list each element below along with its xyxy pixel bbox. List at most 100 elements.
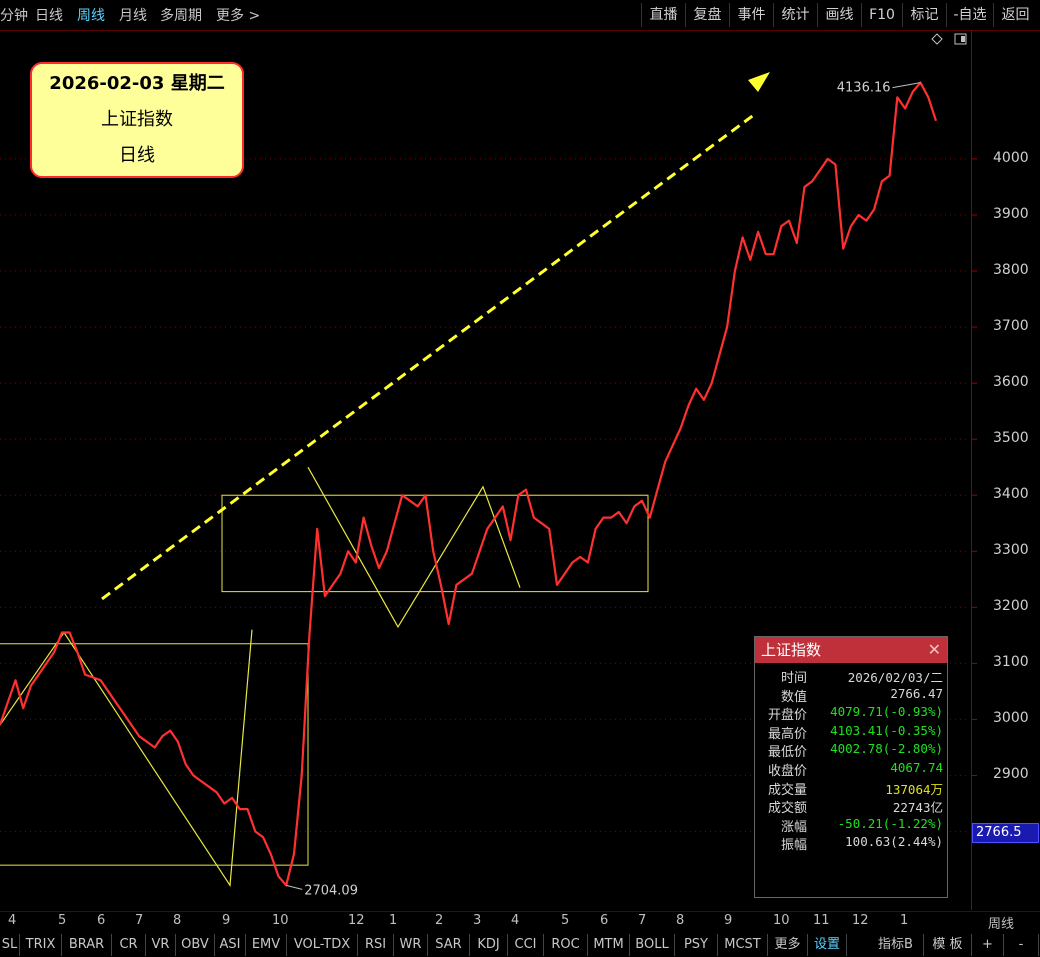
indicator-tab[interactable]: VR <box>146 934 176 956</box>
indicator-tab[interactable]: 模 板 <box>924 934 972 956</box>
tab-daily[interactable]: 日线 <box>35 5 63 25</box>
mark-button[interactable]: 标记 <box>902 3 946 27</box>
diamond-icon[interactable] <box>931 33 943 45</box>
indicator-tab[interactable]: KDJ <box>470 934 508 956</box>
indicator-tab[interactable]: 更多 <box>768 934 808 956</box>
panel-rows: 时间 2026/02/03/二数值 2766.47 开盘价 4079.71(-0.93%… <box>755 663 947 853</box>
tab-weekly[interactable]: 周线 <box>77 5 105 25</box>
panel-row-label: 成交额 <box>767 801 807 817</box>
panel-row: 涨幅 -50.21(-1.22%) <box>755 816 947 835</box>
indicator-tab[interactable]: WR <box>394 934 428 956</box>
panel-row-label: 数值 <box>780 689 807 705</box>
time-tick-label: 3 <box>473 913 482 928</box>
panel-row-value: 4067.74 <box>890 759 943 775</box>
time-tick-label: 7 <box>638 913 647 928</box>
live-button[interactable]: 直播 <box>641 3 685 27</box>
window-icon-fill <box>961 36 965 42</box>
back-button[interactable]: 返回 <box>993 3 1037 27</box>
panel-row-value: 137064万 <box>885 781 943 797</box>
events-button[interactable]: 事件 <box>729 3 773 27</box>
time-tick-label: 4 <box>8 913 17 928</box>
indicator-tab[interactable]: MTM <box>588 934 630 956</box>
tab-more[interactable]: 更多 > <box>216 5 260 25</box>
time-tick-label: 1 <box>900 913 909 928</box>
time-tick-label: 10 <box>272 913 289 928</box>
high-label: 4136.16 <box>837 81 891 96</box>
y-tick-label: 3700 <box>993 318 1029 335</box>
indicator-tab[interactable]: 指标B <box>868 934 924 956</box>
panel-row-label: 收盘价 <box>767 763 807 779</box>
tab-minute[interactable]: 分钟 <box>0 5 28 25</box>
close-icon[interactable]: ✕ <box>928 637 941 663</box>
panel-row-label: 时间 <box>780 671 807 686</box>
panel-row-value: 2766.47 <box>890 685 943 701</box>
info-index-name: 上证指数 <box>101 109 173 130</box>
y-tick-label: 3300 <box>993 542 1029 559</box>
panel-title: 上证指数 <box>761 641 822 659</box>
indicator-tab[interactable]: + <box>972 934 1004 956</box>
panel-row: 时间 2026/02/03/二 <box>755 667 947 686</box>
review-button[interactable]: 复盘 <box>685 3 729 27</box>
y-tick-label: 3200 <box>993 598 1029 615</box>
indicator-tab[interactable]: EMV <box>246 934 287 956</box>
y-tick-label: 3000 <box>993 710 1029 727</box>
zigzag-line-2 <box>307 466 521 629</box>
info-date: 2026-02-03 星期二 <box>49 73 225 94</box>
indicator-tab[interactable]: VOL-TDX <box>287 934 358 956</box>
indicator-tab[interactable]: OBV <box>176 934 215 956</box>
cursor-price-badge: 2766.5 <box>972 823 1039 843</box>
indicator-tab[interactable]: CR <box>112 934 146 956</box>
y-tick-label: 2900 <box>993 766 1029 783</box>
panel-row-label: 振幅 <box>780 838 807 854</box>
indicator-tab[interactable]: PSY <box>675 934 718 956</box>
tab-multi-period[interactable]: 多周期 <box>160 5 202 25</box>
panel-header: 上证指数 ✕ <box>755 637 947 663</box>
time-tick-label: 12 <box>852 913 869 928</box>
panel-row-label: 开盘价 <box>767 708 807 724</box>
zigzag-line-1 <box>0 629 253 888</box>
indicator-tab[interactable]: RSI <box>358 934 394 956</box>
indicator-tab[interactable]: CCI <box>508 934 544 956</box>
indicator-tab[interactable]: SAR <box>428 934 470 956</box>
indicator-tab[interactable]: ROC <box>544 934 588 956</box>
indicator-tab[interactable]: BOLL <box>630 934 675 956</box>
panel-row: 收盘价 4067.74 <box>755 760 947 779</box>
time-tick-label: 8 <box>676 913 685 928</box>
indicator-tab[interactable]: BRAR <box>62 934 112 956</box>
panel-row: 成交量 137064万 <box>755 779 947 798</box>
draw-line-button[interactable]: 画线 <box>817 3 861 27</box>
time-tick-label: 4 <box>511 913 520 928</box>
panel-row-value: 2026/02/03/二 <box>847 670 943 685</box>
indicator-tab[interactable]: ASI <box>215 934 246 956</box>
trend-arrow-head <box>748 72 770 92</box>
time-tick-label: 8 <box>173 913 182 928</box>
panel-row: 成交额 22743亿 <box>755 797 947 816</box>
f10-button[interactable]: F10 <box>861 3 902 27</box>
stats-button[interactable]: 统计 <box>773 3 817 27</box>
data-panel: 上证指数 ✕ 时间 2026/02/03/二数值 2766.47 开盘价 4079.71… <box>754 636 948 898</box>
y-tick-label: 3800 <box>993 262 1029 279</box>
panel-row-value: 4079.71(-0.93%) <box>830 704 943 720</box>
time-tick-label: 9 <box>222 913 231 928</box>
time-tick-label: 2 <box>435 913 444 928</box>
panel-row: 振幅 100.63(2.44%) <box>755 834 947 853</box>
time-tick-label: 6 <box>600 913 609 928</box>
watchlist-button[interactable]: -自选 <box>946 3 993 27</box>
indicator-tab[interactable]: - <box>1004 934 1039 956</box>
time-tick-label: 7 <box>135 913 144 928</box>
price-axis <box>971 30 972 910</box>
indicator-tab[interactable]: TRIX <box>20 934 62 956</box>
panel-row: 开盘价 4079.71(-0.93%) <box>755 704 947 723</box>
time-tick-label: 6 <box>97 913 106 928</box>
y-tick-label: 3900 <box>993 205 1029 222</box>
panel-row-label: 最高价 <box>767 726 807 742</box>
panel-row-value: 100.63(2.44%) <box>845 834 943 850</box>
tab-monthly[interactable]: 月线 <box>119 5 147 25</box>
low-pointer <box>286 884 303 890</box>
time-tick-label: 11 <box>813 913 830 928</box>
low-label: 2704.09 <box>304 883 358 898</box>
indicator-tab[interactable]: MCST <box>718 934 768 956</box>
y-tick-label: 3400 <box>993 486 1029 503</box>
indicator-tab[interactable]: SL <box>0 934 20 956</box>
indicator-tab[interactable]: 设置 <box>808 934 847 956</box>
